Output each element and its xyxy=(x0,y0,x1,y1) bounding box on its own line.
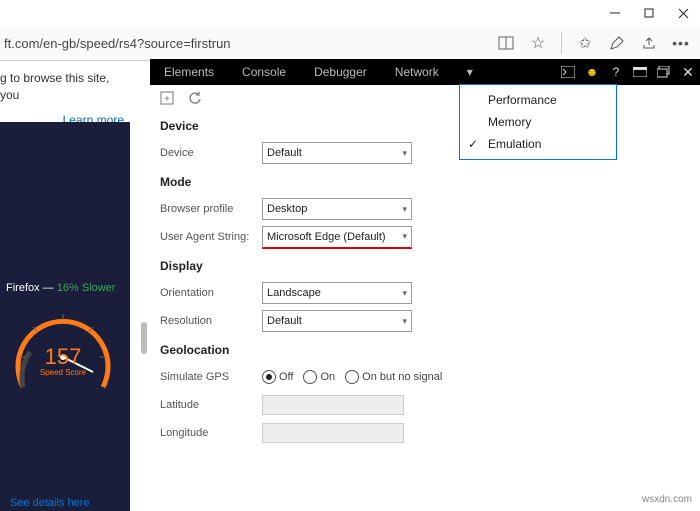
geolocation-heading: Geolocation xyxy=(160,343,690,357)
scrollbar-thumb[interactable] xyxy=(141,322,147,354)
reset-icon[interactable] xyxy=(188,91,202,108)
window-controls xyxy=(598,0,700,26)
undock-icon[interactable] xyxy=(652,59,676,85)
resolution-select[interactable]: Default▾ xyxy=(262,310,412,332)
device-select[interactable]: Default▾ xyxy=(262,142,412,164)
see-details-link[interactable]: See details here xyxy=(10,497,90,509)
speed-score-label: Speed Score xyxy=(8,368,118,377)
browser-profile-select[interactable]: Desktop▾ xyxy=(262,198,412,220)
emulation-toolbar: + xyxy=(150,85,700,114)
minimize-button[interactable] xyxy=(598,0,632,26)
chevron-down-icon: ▾ xyxy=(402,231,407,242)
gps-on-radio[interactable]: On xyxy=(303,370,335,384)
menu-performance[interactable]: Performance xyxy=(460,89,616,111)
chevron-down-icon: ▾ xyxy=(402,288,407,299)
latitude-label: Latitude xyxy=(160,399,262,411)
simulate-gps-label: Simulate GPS xyxy=(160,371,262,383)
chevron-down-icon: ▾ xyxy=(402,316,407,327)
tab-elements[interactable]: Elements xyxy=(150,59,228,85)
maximize-button[interactable] xyxy=(632,0,666,26)
chevron-down-icon: ▾ xyxy=(402,204,407,215)
address-bar-row: ft.com/en-gb/speed/rs4?source=firstrun ☆… xyxy=(0,26,700,61)
tab-debugger[interactable]: Debugger xyxy=(300,59,381,85)
resolution-label: Resolution xyxy=(160,315,262,327)
dock-icon[interactable] xyxy=(628,59,652,85)
display-heading: Display xyxy=(160,259,690,273)
site-prompt: g to browse this site, you Learn more xyxy=(0,70,130,128)
device-label: Device xyxy=(160,147,262,159)
emulation-panel: Device Device Default▾ Mode Browser prof… xyxy=(150,113,700,511)
share-icon[interactable] xyxy=(640,34,658,52)
chevron-down-icon: ▾ xyxy=(402,148,407,159)
favorites-hub-icon[interactable]: ✩ xyxy=(576,34,594,52)
browser-profile-label: Browser profile xyxy=(160,203,262,215)
tab-overflow-icon[interactable]: ▾ xyxy=(453,59,507,85)
menu-emulation[interactable]: Emulation xyxy=(460,133,616,155)
latitude-input[interactable] xyxy=(262,395,404,415)
help-icon[interactable]: ? xyxy=(604,59,628,85)
console-toggle-icon[interactable] xyxy=(556,59,580,85)
favorite-star-icon[interactable]: ☆ xyxy=(529,34,547,52)
svg-text:+: + xyxy=(164,94,170,105)
speed-score: 157 xyxy=(8,344,118,370)
watermark: wsxdn.com xyxy=(642,494,692,505)
tab-console[interactable]: Console xyxy=(228,59,300,85)
devtools-close-icon[interactable]: ✕ xyxy=(676,59,700,85)
close-button[interactable] xyxy=(666,0,700,26)
firefox-comparison: Firefox — 16% Slower xyxy=(6,282,115,294)
mode-heading: Mode xyxy=(160,175,690,189)
devtools-overflow-menu: Performance Memory Emulation xyxy=(459,84,617,160)
feedback-icon[interactable]: ☻ xyxy=(580,59,604,85)
tab-network[interactable]: Network xyxy=(381,59,453,85)
user-agent-label: User Agent String: xyxy=(160,231,262,243)
more-icon[interactable]: ••• xyxy=(672,34,690,52)
speed-panel: Firefox — 16% Slower 157 Speed Score See… xyxy=(0,122,130,511)
gps-nosignal-radio[interactable]: On but no signal xyxy=(345,370,442,384)
orientation-select[interactable]: Landscape▾ xyxy=(262,282,412,304)
longitude-label: Longitude xyxy=(160,427,262,439)
menu-memory[interactable]: Memory xyxy=(460,111,616,133)
reading-view-icon[interactable] xyxy=(497,34,515,52)
orientation-label: Orientation xyxy=(160,287,262,299)
site-prompt-text: g to browse this site, you xyxy=(0,71,109,102)
web-note-icon[interactable] xyxy=(608,34,626,52)
address-url[interactable]: ft.com/en-gb/speed/rs4?source=firstrun xyxy=(0,36,231,51)
longitude-input[interactable] xyxy=(262,423,404,443)
user-agent-select[interactable]: Microsoft Edge (Default)▾ xyxy=(262,226,412,249)
speed-gauge: 157 Speed Score xyxy=(8,302,118,412)
persist-icon[interactable]: + xyxy=(160,91,174,108)
gps-off-radio[interactable]: Off xyxy=(262,370,293,384)
devtools-tabbar: Elements Console Debugger Network ▾ ☻ ? … xyxy=(150,59,700,85)
